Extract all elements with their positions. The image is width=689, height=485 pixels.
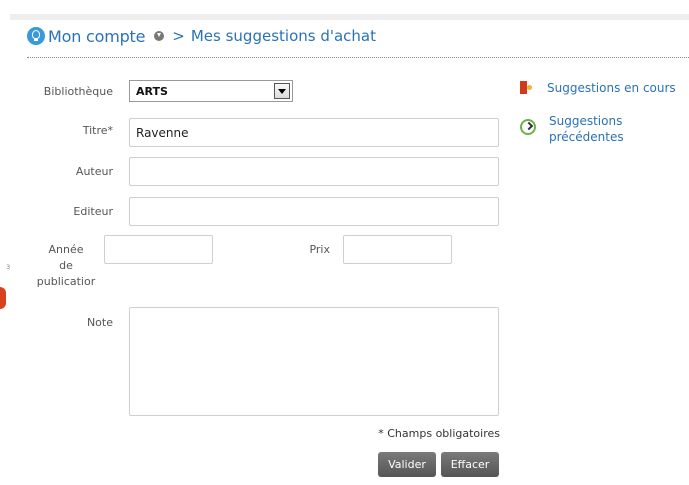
previous-suggestions-line1: Suggestions	[549, 114, 623, 128]
edge-badge	[0, 287, 6, 309]
year-input[interactable]	[104, 235, 213, 264]
library-select-value: ARTS	[136, 84, 168, 98]
resize-grip-icon[interactable]	[487, 404, 495, 412]
help-bulb-icon	[27, 27, 45, 45]
current-suggestions-label: Suggestions en cours	[547, 81, 676, 95]
year-label-line2: de	[59, 259, 73, 272]
library-select[interactable]: ARTS	[129, 80, 293, 102]
author-label: Auteur	[75, 165, 113, 178]
publisher-label: Editeur	[73, 205, 113, 218]
publisher-input[interactable]	[129, 197, 499, 226]
dropdown-arrow-icon[interactable]	[274, 83, 290, 99]
year-label-line3: publicatior	[36, 275, 96, 288]
previous-suggestions-link[interactable]: Suggestions précédentes	[520, 113, 624, 145]
book-icon	[520, 81, 532, 95]
top-strip	[10, 14, 689, 20]
edge-fragment: ɜ	[6, 262, 11, 271]
breadcrumb-current-page[interactable]: Mes suggestions d'achat	[191, 27, 376, 45]
submit-button[interactable]: Valider	[378, 452, 436, 477]
breadcrumb-home-link[interactable]: Mon compte	[48, 27, 145, 46]
previous-suggestions-label: Suggestions précédentes	[549, 113, 624, 145]
price-label: Prix	[309, 243, 330, 256]
top-spacer	[0, 0, 689, 14]
breadcrumb-separator: >	[172, 27, 185, 45]
title-input[interactable]: Ravenne	[129, 118, 499, 147]
year-label-line1: Année	[48, 243, 84, 256]
clear-button[interactable]: Effacer	[441, 452, 499, 477]
library-label: Bibliothèque	[43, 85, 113, 98]
price-input[interactable]	[343, 235, 452, 264]
required-fields-note: * Champs obligatoires	[378, 427, 500, 440]
header-divider	[27, 57, 689, 58]
previous-suggestions-line2: précédentes	[549, 130, 624, 144]
note-label: Note	[86, 316, 113, 329]
breadcrumb: Mon compte > Mes suggestions d'achat	[27, 25, 376, 47]
year-label: Année de publicatior	[34, 242, 98, 290]
chevron-down-icon[interactable]	[154, 31, 165, 41]
note-textarea[interactable]	[129, 307, 499, 416]
history-clock-icon	[520, 119, 536, 135]
current-suggestions-link[interactable]: Suggestions en cours	[520, 80, 676, 96]
title-label: Titre*	[82, 124, 113, 137]
author-input[interactable]	[129, 157, 499, 186]
